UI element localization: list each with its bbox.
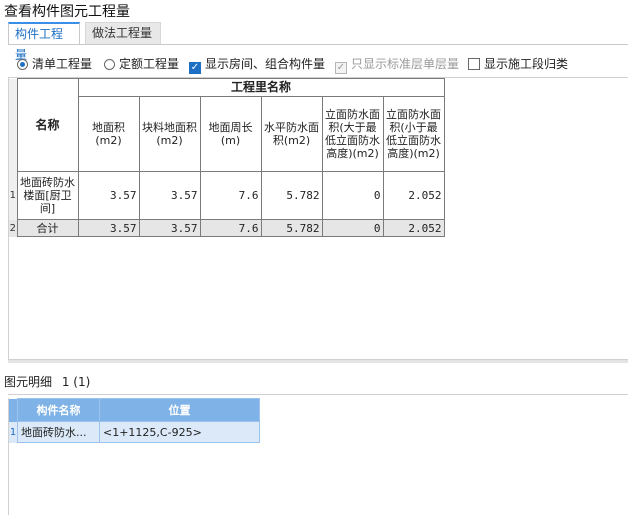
cell-component-name: 地面砖防水...: [17, 421, 100, 443]
row-name: 合计: [16, 219, 79, 237]
window-title: 查看构件图元工程量: [4, 4, 130, 20]
table-row-total[interactable]: 2 合计 3.57 3.57 7.6 5.782 0 2.052: [9, 219, 445, 237]
header-col[interactable]: 块料地面积(m2): [138, 96, 201, 172]
checkbox-checked-icon: ✓: [189, 62, 201, 74]
cell-value: 2.052: [382, 171, 445, 220]
table-row[interactable]: 1 地面砖防水楼面[厨卫间] 3.57 3.57 7.6 5.782 0 2.0…: [9, 171, 445, 220]
header-component-name[interactable]: 构件名称: [17, 398, 100, 422]
check-show-room[interactable]: ✓ 显示房间、组合构件量: [189, 55, 326, 74]
radio-unselected-icon: [104, 59, 115, 70]
tab-method-qty[interactable]: 做法工程量: [85, 22, 161, 44]
cell-value: 5.782: [260, 219, 323, 237]
check-std-floor-label: 只显示标准层单层量: [351, 57, 460, 71]
cell-value: 3.57: [138, 219, 201, 237]
row-name: 地面砖防水楼面[厨卫间]: [16, 171, 79, 220]
cell-value: 2.052: [382, 219, 445, 237]
header-group: 工程里名称: [77, 78, 445, 97]
check-show-room-label: 显示房间、组合构件量: [205, 57, 326, 71]
check-stage[interactable]: 显示施工段归类: [468, 55, 568, 73]
cell-value: 3.57: [77, 219, 140, 237]
check-std-floor: ✓ 只显示标准层单层量: [335, 55, 460, 74]
quantity-grid: 名称 工程里名称 地面积(m2) 块料地面积(m2) 地面周长(m) 水平防水面…: [8, 77, 628, 360]
row-number: 2: [9, 219, 17, 237]
header-col[interactable]: 立面防水面积(大于最低立面防水高度)(m2): [321, 96, 384, 172]
header-location[interactable]: 位置: [99, 398, 260, 422]
check-stage-label: 显示施工段归类: [484, 57, 569, 71]
detail-label: 图元明细 1 (1): [4, 373, 90, 390]
checkbox-unchecked-icon: [468, 58, 480, 70]
detail-title: 图元明细: [4, 375, 53, 389]
header-col[interactable]: 立面防水面积(小于最低立面防水高度)(m2): [382, 96, 445, 172]
cell-value: 0: [321, 219, 384, 237]
detail-grid: 构件名称 位置 1 地面砖防水... <1+1125,C-925>: [8, 398, 628, 515]
tab-divider: [8, 44, 628, 45]
cell-location: <1+1125,C-925>: [99, 421, 260, 443]
radio-list-qty[interactable]: 清单工程量: [17, 55, 92, 73]
row-number: 1: [9, 171, 17, 220]
pane-splitter[interactable]: [8, 359, 628, 363]
header-col[interactable]: 水平防水面积(m2): [260, 96, 323, 172]
detail-divider: [8, 394, 628, 395]
detail-table: 构件名称 位置 1 地面砖防水... <1+1125,C-925>: [9, 398, 260, 443]
table-row[interactable]: 1 地面砖防水... <1+1125,C-925>: [9, 421, 260, 443]
cell-value: 7.6: [199, 171, 262, 220]
radio-list-qty-label: 清单工程量: [32, 57, 93, 71]
radio-quota-qty[interactable]: 定额工程量: [104, 55, 179, 73]
radio-selected-icon: [17, 59, 28, 70]
cell-value: 5.782: [260, 171, 323, 220]
header-col[interactable]: 地面积(m2): [77, 96, 140, 172]
header-col[interactable]: 地面周长(m): [199, 96, 262, 172]
radio-quota-qty-label: 定额工程量: [119, 57, 180, 71]
tab-component-qty[interactable]: 构件工程量: [8, 22, 80, 62]
checkbox-disabled-checked-icon: ✓: [335, 62, 347, 74]
quantity-table: 名称 工程里名称 地面积(m2) 块料地面积(m2) 地面周长(m) 水平防水面…: [9, 78, 445, 237]
detail-count: 1 (1): [61, 375, 91, 389]
cell-value: 0: [321, 171, 384, 220]
cell-value: 3.57: [77, 171, 140, 220]
header-name[interactable]: 名称: [16, 78, 79, 172]
cell-value: 7.6: [199, 219, 262, 237]
row-number: 1: [9, 421, 18, 443]
cell-value: 3.57: [138, 171, 201, 220]
